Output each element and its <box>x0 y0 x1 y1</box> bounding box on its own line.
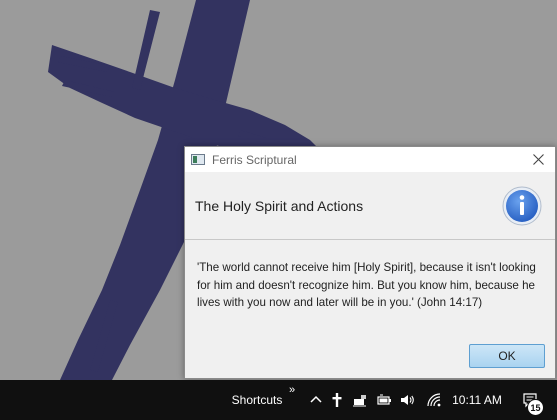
chevron-up-icon <box>310 395 322 403</box>
shortcuts-toolbar[interactable]: Shortcuts <box>222 380 292 420</box>
alert-dialog: Ferris Scriptural The Holy Spirit and Ac… <box>184 146 556 379</box>
dialog-header-text: The Holy Spirit and Actions <box>195 197 364 214</box>
usb-device-tray-icon[interactable] <box>350 380 370 420</box>
info-icon <box>502 186 542 226</box>
app-window-icon <box>191 154 205 165</box>
speaker-icon <box>401 395 414 405</box>
close-button[interactable] <box>521 147 555 172</box>
volume-tray-icon[interactable] <box>397 380 417 420</box>
battery-icon <box>377 394 391 405</box>
cross-tray-icon[interactable] <box>328 380 346 420</box>
close-icon <box>532 154 544 165</box>
show-hidden-icons-button[interactable] <box>306 380 326 420</box>
taskbar: Shortcuts » 10:11 AM 15 <box>0 380 557 420</box>
dialog-titlebar[interactable]: Ferris Scriptural <box>185 147 555 172</box>
cross-icon <box>332 393 342 407</box>
ok-button[interactable]: OK <box>469 344 545 368</box>
notification-count-badge: 15 <box>527 399 544 416</box>
dialog-header: The Holy Spirit and Actions <box>185 172 555 240</box>
taskbar-clock[interactable]: 10:11 AM <box>446 380 508 420</box>
wifi-icon <box>427 393 441 407</box>
battery-tray-icon[interactable] <box>374 380 394 420</box>
usb-device-icon <box>353 395 366 407</box>
toolbar-overflow-chevron[interactable]: » <box>286 380 298 400</box>
wifi-tray-icon[interactable] <box>424 380 444 420</box>
dialog-title: Ferris Scriptural <box>212 152 297 167</box>
dialog-message: 'The world cannot receive him [Holy Spir… <box>197 261 536 309</box>
